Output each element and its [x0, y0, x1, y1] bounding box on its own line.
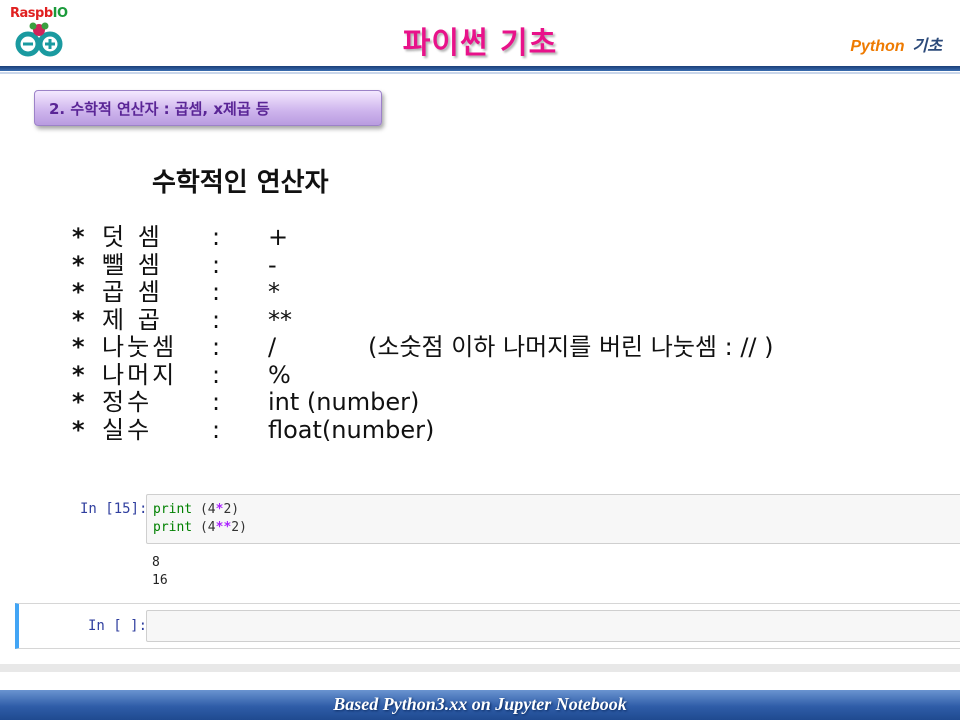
cell-output: 8 16: [152, 554, 168, 590]
operator-bullet: *: [72, 388, 85, 416]
operator-bullet: *: [72, 360, 85, 389]
operator-colon: :: [212, 305, 221, 334]
operator-bullet: *: [72, 250, 85, 279]
operator-bullet: *: [72, 223, 85, 251]
header-divider-shadow: [0, 72, 960, 74]
operators-title: 수학적인 연산자: [152, 168, 329, 198]
header-topic-label: Python 기초: [850, 32, 942, 56]
operator-symbol: **: [268, 305, 292, 334]
code-cell-input[interactable]: print (4*2) print (4**2): [146, 494, 960, 544]
code-args: 2): [223, 502, 240, 517]
operator-name: 실수: [102, 415, 153, 444]
slide-title: 파이썬 기초: [402, 26, 558, 61]
operator-name: 뺄 셈: [102, 250, 163, 279]
operator-symbol: /: [268, 333, 277, 361]
cell-prompt: In [ ]:: [88, 618, 148, 634]
header-topic-en: Python: [850, 38, 905, 55]
operator-symbol: %: [268, 360, 291, 389]
operator-name: 나눗셈: [102, 333, 178, 361]
operator-symbol: int (number): [268, 388, 420, 416]
operator-bullet: *: [72, 333, 85, 361]
footer-banner: Based Python3.xx on Jupyter Notebook: [0, 690, 960, 720]
operator-colon: :: [212, 223, 221, 251]
output-line: 8: [152, 555, 160, 570]
operator-name: 덧 셈: [102, 223, 163, 251]
code-args: 2): [231, 520, 247, 535]
operator-note: (소숫점 이하 나머지를 버린 나눗셈 : // ): [368, 333, 774, 361]
operator-colon: :: [212, 415, 221, 444]
operator-colon: :: [212, 388, 221, 416]
operator-name: 정수: [102, 388, 153, 416]
operator-name: 나머지: [102, 360, 178, 389]
operator-symbol: *: [268, 278, 280, 306]
operator-name: 곱 셈: [102, 278, 163, 306]
code-args: (4: [192, 502, 216, 517]
operator-colon: :: [212, 360, 221, 389]
code-line: print (4**2): [147, 519, 960, 537]
operator-colon: :: [212, 333, 221, 361]
notebook-bottom-divider: [0, 664, 960, 672]
code-line: print (4*2): [147, 501, 960, 519]
operator-bullet: *: [72, 415, 85, 444]
code-function: print: [153, 502, 193, 517]
code-function: print: [153, 520, 193, 535]
operator-name: 제 곱: [102, 305, 163, 334]
operator-bullet: *: [72, 278, 85, 306]
operator-colon: :: [212, 278, 221, 306]
operator-symbol: +: [268, 223, 289, 251]
operator-symbol: -: [268, 250, 277, 279]
cell-prompt: In [15]:: [80, 501, 148, 517]
output-line: 16: [152, 573, 168, 588]
operator-colon: :: [212, 250, 221, 279]
section-badge: 2. 수학적 연산자 : 곱셈, x제곱 등: [34, 90, 382, 126]
header-divider: [0, 66, 960, 71]
code-operator: **: [215, 520, 232, 535]
operator-bullet: *: [72, 305, 85, 334]
code-args: (4: [192, 520, 216, 535]
empty-code-cell-input[interactable]: [146, 610, 960, 642]
operator-symbol: float(number): [268, 415, 435, 444]
header-topic-ko: 기초: [912, 38, 942, 55]
